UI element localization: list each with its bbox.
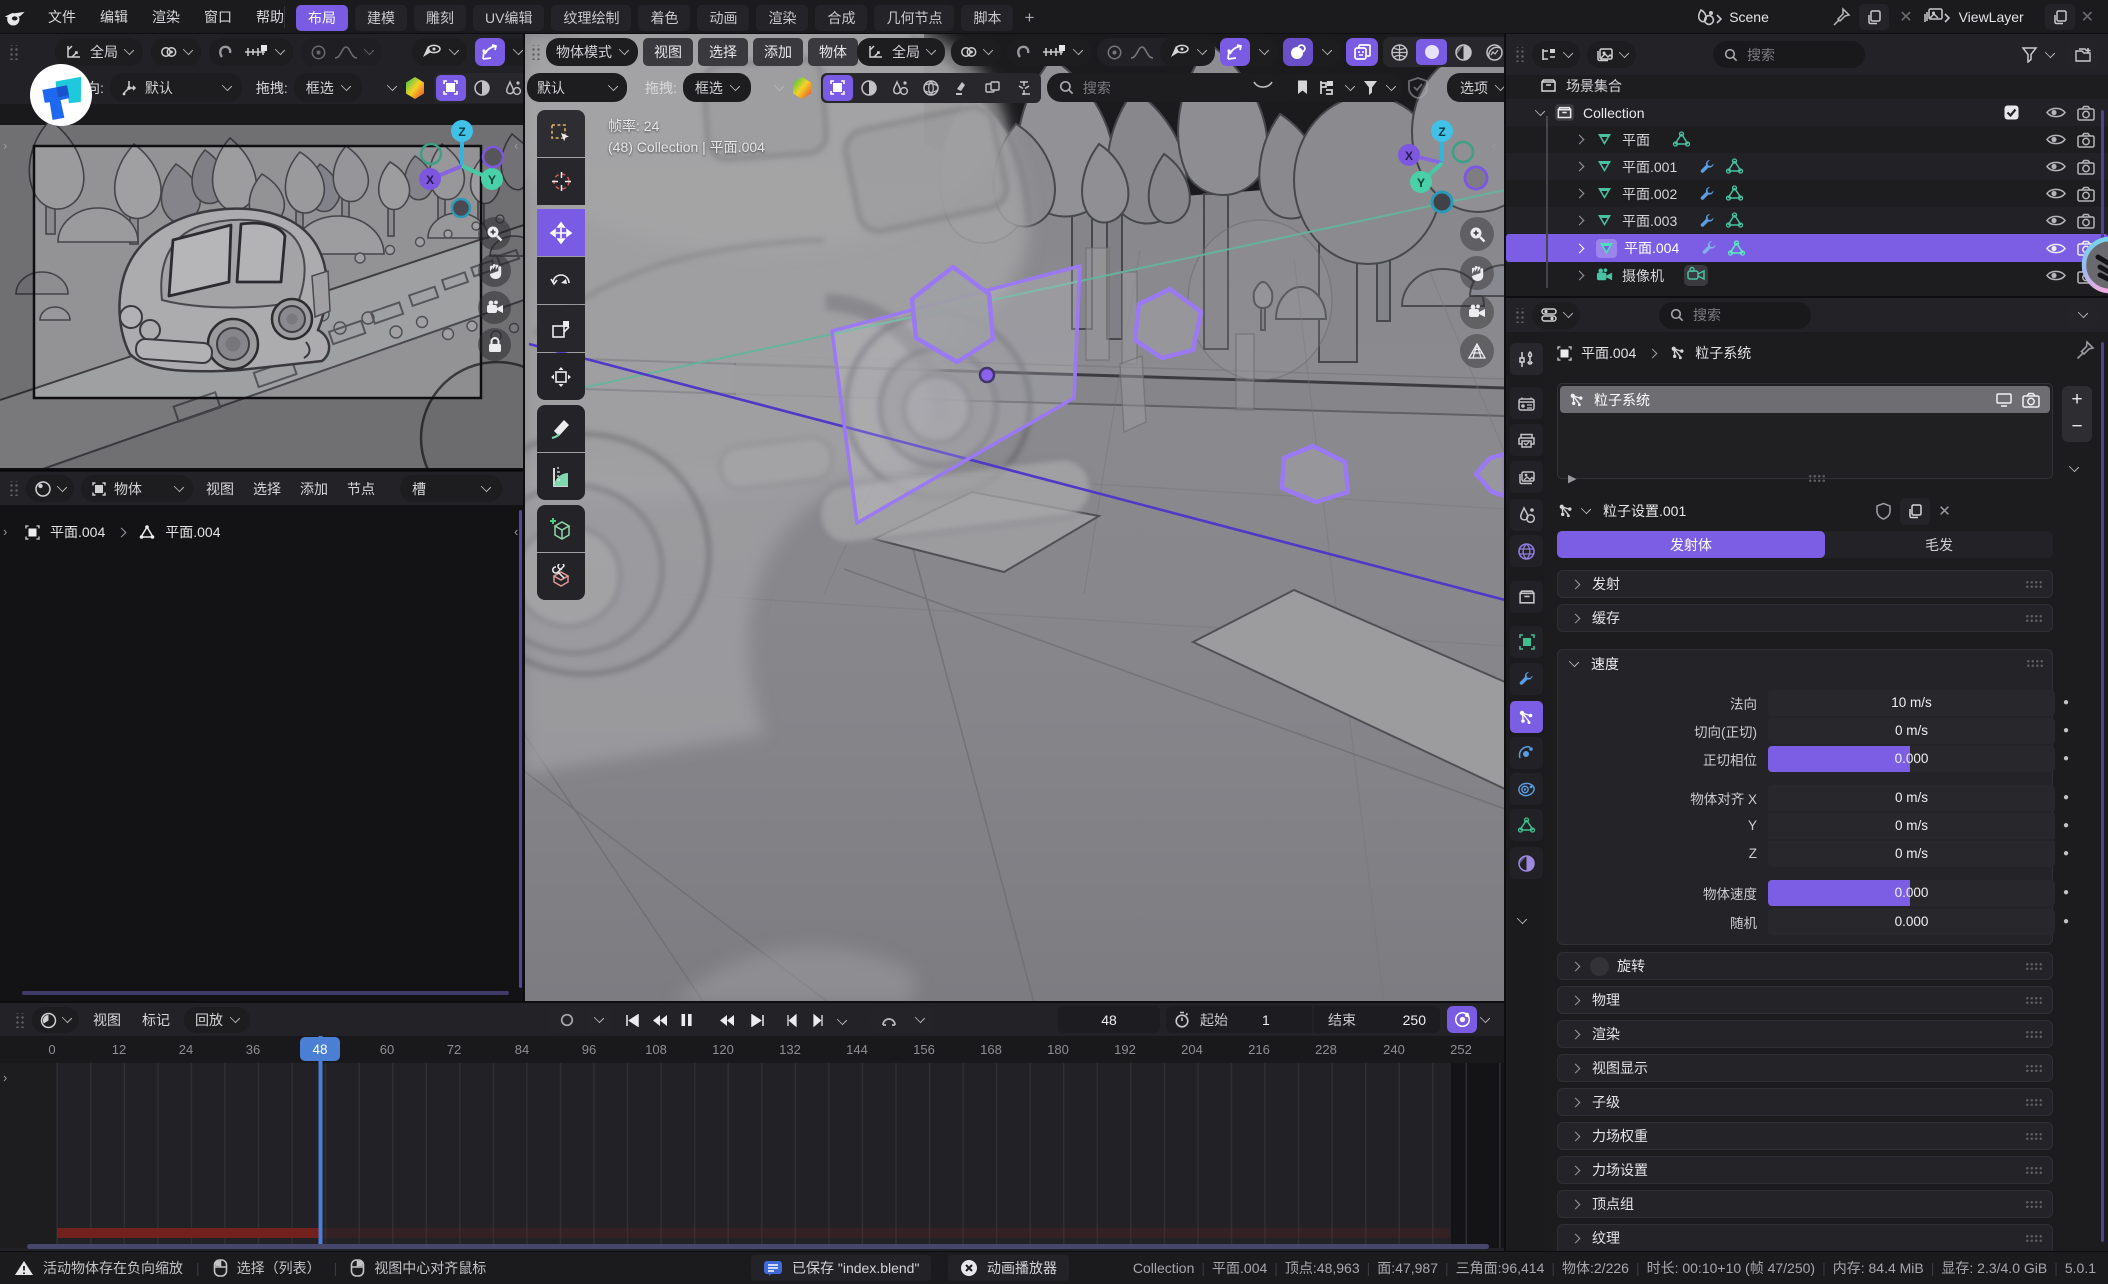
svg-text:228: 228 [1315,1042,1337,1057]
svg-text:24: 24 [179,1042,193,1057]
svg-text:216: 216 [1248,1042,1270,1057]
svg-text:180: 180 [1047,1042,1069,1057]
svg-text:Y: Y [488,173,496,187]
svg-text:60: 60 [380,1042,394,1057]
svg-text:84: 84 [515,1042,529,1057]
svg-text:36: 36 [246,1042,260,1057]
svg-text:192: 192 [1114,1042,1136,1057]
svg-text:132: 132 [779,1042,801,1057]
svg-text:12: 12 [112,1042,126,1057]
svg-text:72: 72 [447,1042,461,1057]
svg-text:X: X [1405,149,1413,163]
svg-text:0: 0 [48,1042,55,1057]
svg-text:144: 144 [846,1042,868,1057]
svg-text:Y: Y [1417,176,1425,190]
svg-text:204: 204 [1181,1042,1203,1057]
svg-text:252: 252 [1450,1042,1472,1057]
svg-text:168: 168 [980,1042,1002,1057]
svg-text:Z: Z [1438,125,1445,139]
svg-text:96: 96 [582,1042,596,1057]
svg-text:240: 240 [1383,1042,1405,1057]
svg-text:48: 48 [312,1042,327,1057]
svg-text:X: X [426,173,434,187]
svg-text:108: 108 [645,1042,667,1057]
svg-text:156: 156 [913,1042,935,1057]
svg-text:120: 120 [712,1042,734,1057]
svg-text:Z: Z [458,125,465,139]
